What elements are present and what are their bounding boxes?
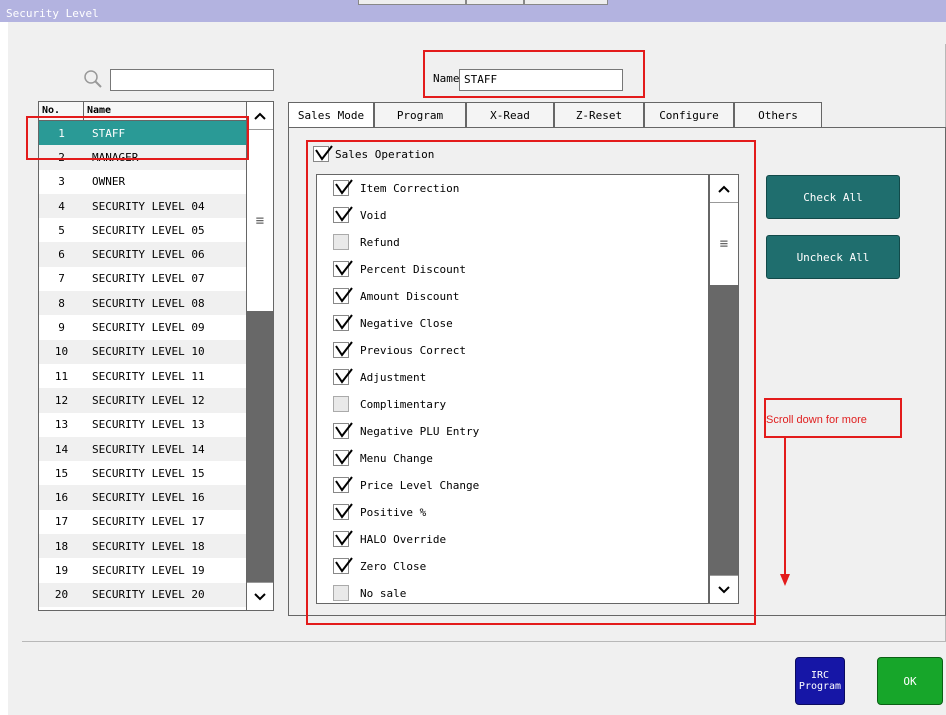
row-name: SECURITY LEVEL 07 (92, 272, 205, 286)
table-row[interactable]: 9 SECURITY LEVEL 09 (39, 315, 247, 339)
tab-program[interactable]: Program (374, 102, 466, 127)
row-name: SECURITY LEVEL 18 (92, 539, 205, 553)
row-number: 11 (54, 369, 69, 383)
row-number: 8 (58, 296, 65, 310)
security-level-list: No. Name 1 STAFF 2 MANAGER 3 OWNER 4 SECURITY L… (38, 101, 248, 611)
row-number: 19 (54, 563, 69, 577)
table-row[interactable]: 18 SECURITY LEVEL 18 (39, 534, 247, 559)
row-name: SECURITY LEVEL 19 (92, 563, 205, 577)
row-name: SECURITY LEVEL 13 (92, 418, 205, 432)
row-number: 7 (58, 272, 65, 286)
row-name: SECURITY LEVEL 10 (92, 345, 205, 359)
top-edge-tab (466, 0, 524, 5)
table-row[interactable]: 16 SECURITY LEVEL 16 (39, 485, 247, 510)
window-title: Security Level (6, 7, 99, 20)
list-scrollbar[interactable]: ≡ (246, 101, 274, 611)
table-row[interactable]: 15 SECURITY LEVEL 15 (39, 461, 247, 485)
row-name: SECURITY LEVEL 11 (92, 369, 205, 383)
top-edge-tab (358, 0, 466, 5)
scroll-note: Scroll down for more (766, 414, 867, 426)
highlight-box-name (423, 50, 645, 98)
irc-program-label-line2: Program (798, 681, 842, 692)
table-row[interactable]: 17 SECURITY LEVEL 17 (39, 510, 247, 534)
table-row[interactable]: 19 SECURITY LEVEL 19 (39, 558, 247, 582)
table-row[interactable]: 8 SECURITY LEVEL 08 (39, 291, 247, 316)
row-number: 5 (58, 223, 65, 237)
row-name: SECURITY LEVEL 09 (92, 321, 205, 335)
row-number: 4 (58, 199, 65, 213)
highlight-box-permissions (306, 140, 756, 625)
row-number: 20 (54, 588, 69, 602)
row-name: SECURITY LEVEL 12 (92, 393, 205, 407)
row-number: 13 (54, 418, 69, 432)
row-number: 16 (54, 491, 69, 505)
row-name: SECURITY LEVEL 20 (92, 588, 205, 602)
row-number: 9 (58, 321, 65, 335)
arrow-down-icon (780, 436, 790, 586)
row-name: SECURITY LEVEL 08 (92, 296, 205, 310)
tab-configure[interactable]: Configure (644, 102, 734, 127)
irc-program-label-line1: IRC (810, 670, 830, 681)
uncheck-all-button[interactable]: Uncheck All (766, 235, 900, 279)
scroll-down-button[interactable] (247, 582, 273, 610)
row-number: 17 (54, 515, 69, 529)
tab-sales-mode[interactable]: Sales Mode (288, 102, 374, 129)
table-row[interactable]: 14 SECURITY LEVEL 14 (39, 436, 247, 462)
highlight-box-selected-row (26, 116, 249, 160)
row-number: 12 (54, 393, 69, 407)
row-name: SECURITY LEVEL 15 (92, 466, 205, 480)
row-number: 14 (54, 442, 69, 456)
row-number: 6 (58, 248, 65, 262)
row-name: OWNER (92, 175, 126, 189)
row-name: SECURITY LEVEL 05 (92, 223, 205, 237)
row-name: SECURITY LEVEL 04 (92, 199, 205, 213)
table-row[interactable]: 3 OWNER (39, 170, 247, 194)
table-row[interactable]: 5 SECURITY LEVEL 05 (39, 218, 247, 242)
irc-program-button[interactable]: IRC Program (795, 657, 845, 705)
table-row[interactable]: 20 SECURITY LEVEL 20 (39, 582, 247, 607)
row-name: SECURITY LEVEL 06 (92, 248, 205, 262)
search-icon[interactable] (82, 68, 104, 90)
search-input[interactable] (110, 69, 274, 91)
list-rows: 1 STAFF 2 MANAGER 3 OWNER 4 SECURITY LEVEL 04 5 S… (39, 121, 247, 607)
row-name: SECURITY LEVEL 14 (92, 442, 205, 456)
row-name: SECURITY LEVEL 16 (92, 491, 205, 505)
table-row[interactable]: 13 SECURITY LEVEL 13 (39, 413, 247, 437)
tab-z-reset[interactable]: Z-Reset (554, 102, 644, 127)
scroll-thumb[interactable]: ≡ (247, 130, 273, 311)
table-row[interactable]: 4 SECURITY LEVEL 04 (39, 193, 247, 219)
chevron-down-icon (254, 592, 266, 600)
row-name: SECURITY LEVEL 17 (92, 515, 205, 529)
row-number: 10 (54, 345, 69, 359)
check-all-button[interactable]: Check All (766, 175, 900, 219)
table-row[interactable]: 10 SECURITY LEVEL 10 (39, 339, 247, 364)
table-row[interactable]: 7 SECURITY LEVEL 07 (39, 267, 247, 291)
grip-icon: ≡ (255, 212, 265, 229)
top-edge-tab (524, 0, 608, 5)
chevron-up-icon (254, 112, 266, 120)
table-row[interactable]: 12 SECURITY LEVEL 12 (39, 388, 247, 413)
ok-button[interactable]: OK (877, 657, 943, 705)
table-row[interactable]: 6 SECURITY LEVEL 06 (39, 242, 247, 267)
row-number: 15 (54, 466, 69, 480)
scroll-up-button[interactable] (247, 102, 273, 130)
row-number: 3 (58, 175, 65, 189)
tab-x-read[interactable]: X-Read (466, 102, 554, 127)
table-row[interactable]: 11 SECURITY LEVEL 11 (39, 364, 247, 388)
row-number: 18 (54, 539, 69, 553)
scroll-track[interactable] (247, 311, 273, 582)
tab-others[interactable]: Others (734, 102, 822, 127)
